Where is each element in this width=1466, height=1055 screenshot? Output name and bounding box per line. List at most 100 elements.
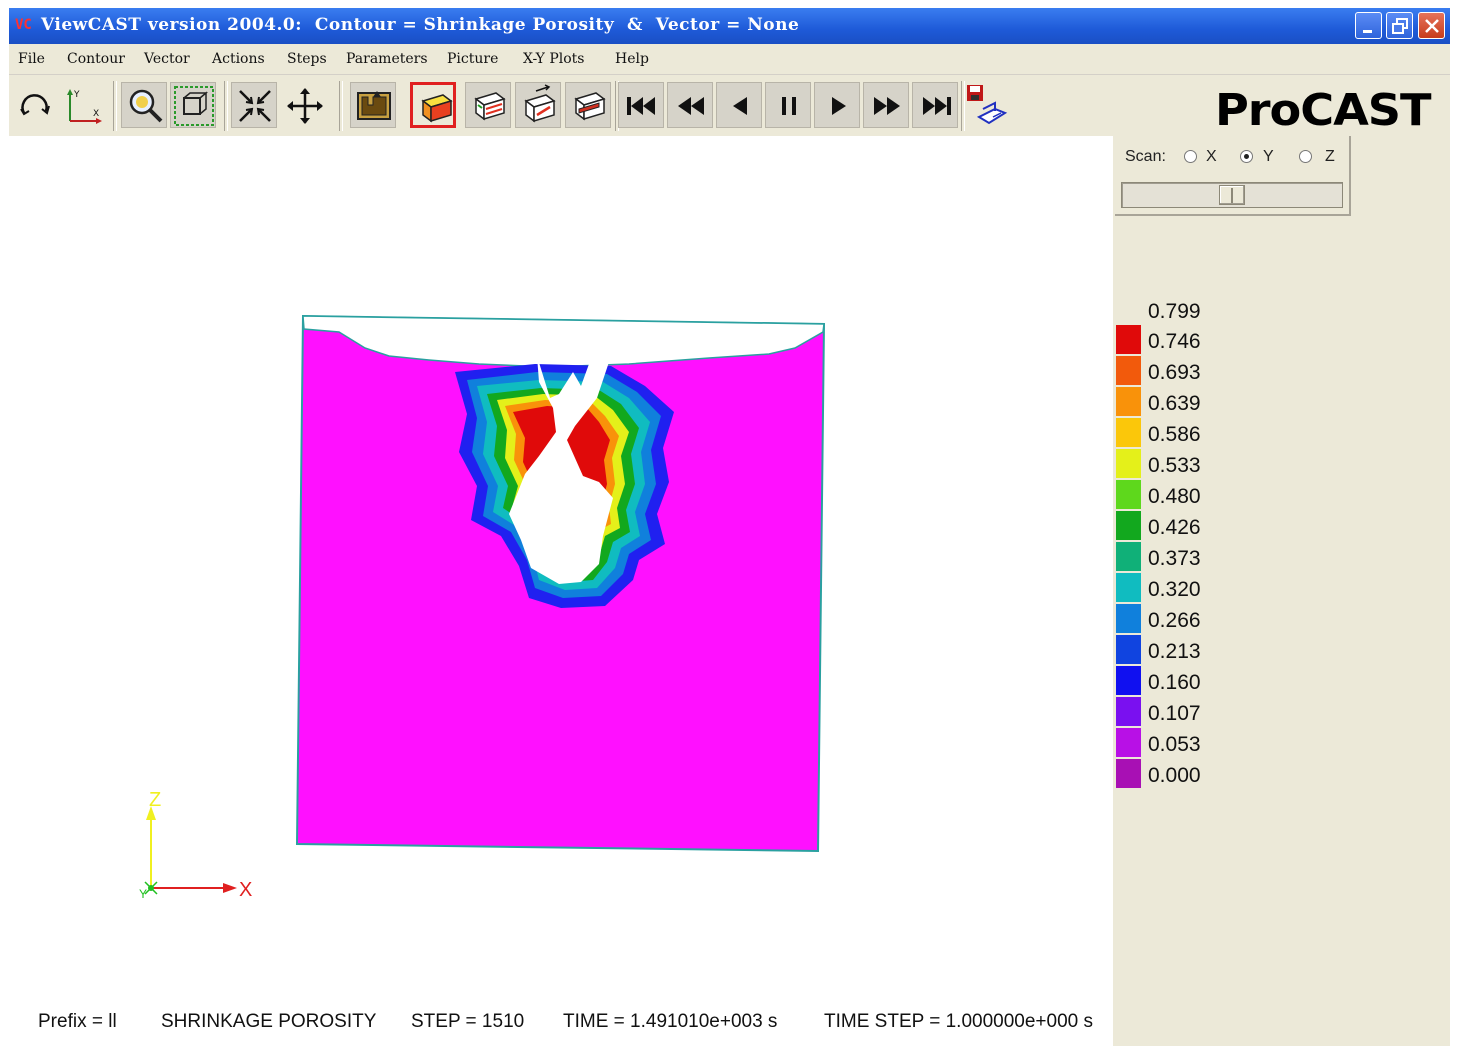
window-title: ViewCAST version 2004.0: Contour = Shrin… [41,15,800,35]
legend-swatch [1116,542,1141,571]
legend-swatch [1116,728,1141,757]
title-bar[interactable]: VC ViewCAST version 2004.0: Contour = Sh… [9,8,1450,44]
scan-slider[interactable] [1121,182,1343,208]
scan-slider-thumb[interactable] [1219,185,1245,205]
legend-value: 0.320 [1148,578,1201,601]
pan-button[interactable] [281,82,327,128]
mold-button[interactable] [350,82,396,128]
cut-plane-icon [574,92,606,121]
rotate-button[interactable] [11,82,57,128]
legend-value: 0.213 [1148,640,1201,663]
mold-icon [357,91,391,120]
minimize-button[interactable] [1355,12,1382,39]
zoom-icon [129,89,163,123]
pause-icon [782,97,796,115]
toolbar-separator [113,81,117,131]
menu-vector[interactable]: Vector [144,51,190,67]
status-time: TIME = 1.491010e+003 s [563,1011,778,1032]
last-step-button[interactable] [912,82,958,128]
contour-lines-button[interactable] [465,82,511,128]
contour-lines-icon [474,92,506,121]
zoom-box-icon [174,86,214,126]
menu-bar: File Contour Vector Actions Steps Parame… [9,44,1450,75]
scan-y-label: Y [1263,148,1274,165]
vector-button[interactable] [515,82,561,128]
first-step-button[interactable] [618,82,664,128]
status-step: STEP = 1510 [411,1011,525,1032]
app-icon: VC [15,17,32,33]
axes-button[interactable]: Y X [59,82,105,128]
legend-value: 0.107 [1148,702,1201,725]
step-backward-button[interactable] [716,82,762,128]
menu-file[interactable]: File [18,51,45,67]
vector-icon [524,84,556,123]
toolbar-separator [224,81,228,131]
menu-picture[interactable]: Picture [447,51,498,67]
x-axis-label: X [239,879,252,901]
porosity-contour-plot: Z X Y [139,314,826,901]
pause-button[interactable] [765,82,811,128]
legend-swatch [1116,759,1141,788]
legend-swatch [1116,325,1141,354]
fast-backward-button[interactable] [667,82,713,128]
scan-controls: Scan: X Y Z [1115,136,1351,216]
legend-value: 0.639 [1148,392,1201,415]
close-icon [1425,19,1439,33]
legend-value: 0.266 [1148,609,1201,632]
toolbar-separator [339,81,343,131]
legend-value: 0.426 [1148,516,1201,539]
procast-logo: ProCAST [1215,85,1432,136]
svg-text:X: X [93,109,99,119]
scan-z-label: Z [1325,148,1335,165]
zoom-button[interactable] [121,82,167,128]
legend-swatch [1116,356,1141,385]
scan-z-radio[interactable] [1299,150,1312,163]
legend-swatch [1116,697,1141,726]
svg-text:Y: Y [73,90,80,100]
legend-value: 0.000 [1148,764,1201,787]
menu-steps[interactable]: Steps [287,51,327,67]
status-quantity: SHRINKAGE POROSITY [161,1011,377,1032]
step-forward-button[interactable] [814,82,860,128]
fit-button[interactable] [231,82,277,128]
minimize-icon [1363,30,1372,33]
z-axis-label: Z [149,789,161,811]
restore-button[interactable] [1386,12,1413,39]
model-viewport[interactable]: Z X Y Prefix = ll SHRINKAGE POROSITY STE… [9,136,1113,1046]
contour-fill-icon [421,94,453,123]
menu-help[interactable]: Help [615,51,649,67]
scan-x-radio[interactable] [1184,150,1197,163]
legend-value: 0.533 [1148,454,1201,477]
save-picture-icon [967,85,1008,125]
step-backward-icon [733,97,747,115]
legend-value: 0.373 [1148,547,1201,570]
zoom-box-button[interactable] [170,82,216,128]
legend-swatch [1116,666,1141,695]
scan-y-radio[interactable] [1240,150,1253,163]
status-time-step: TIME STEP = 1.000000e+000 s [824,1011,1093,1032]
menu-contour[interactable]: Contour [67,51,125,67]
legend-swatch [1116,573,1141,602]
step-forward-icon [832,97,846,115]
save-picture-button[interactable] [964,82,1010,128]
close-button[interactable] [1418,12,1445,39]
pan-icon [287,88,323,124]
axis-triad: Z X Y [139,789,252,901]
menu-actions[interactable]: Actions [212,51,265,67]
scan-label: Scan: [1125,148,1166,165]
fast-forward-button[interactable] [863,82,909,128]
viewcast-window: VC ViewCAST version 2004.0: Contour = Sh… [9,8,1450,1046]
legend-value: 0.586 [1148,423,1201,446]
legend-value: 0.693 [1148,361,1201,384]
menu-xy-plots[interactable]: X-Y Plots [523,51,585,67]
control-panel: Scan: X Y Z 0.799 0.746 0.693 0.639 0.586 0.… [1113,136,1450,1046]
legend-swatch [1116,604,1141,633]
contour-fill-button[interactable] [410,82,456,128]
legend-value: 0.746 [1148,330,1201,353]
legend-swatch [1116,418,1141,447]
legend-swatch [1116,635,1141,664]
cut-plane-button[interactable] [565,82,611,128]
menu-parameters[interactable]: Parameters [346,51,428,67]
legend-value: 0.480 [1148,485,1201,508]
legend-max-label: 0.799 [1148,300,1201,323]
